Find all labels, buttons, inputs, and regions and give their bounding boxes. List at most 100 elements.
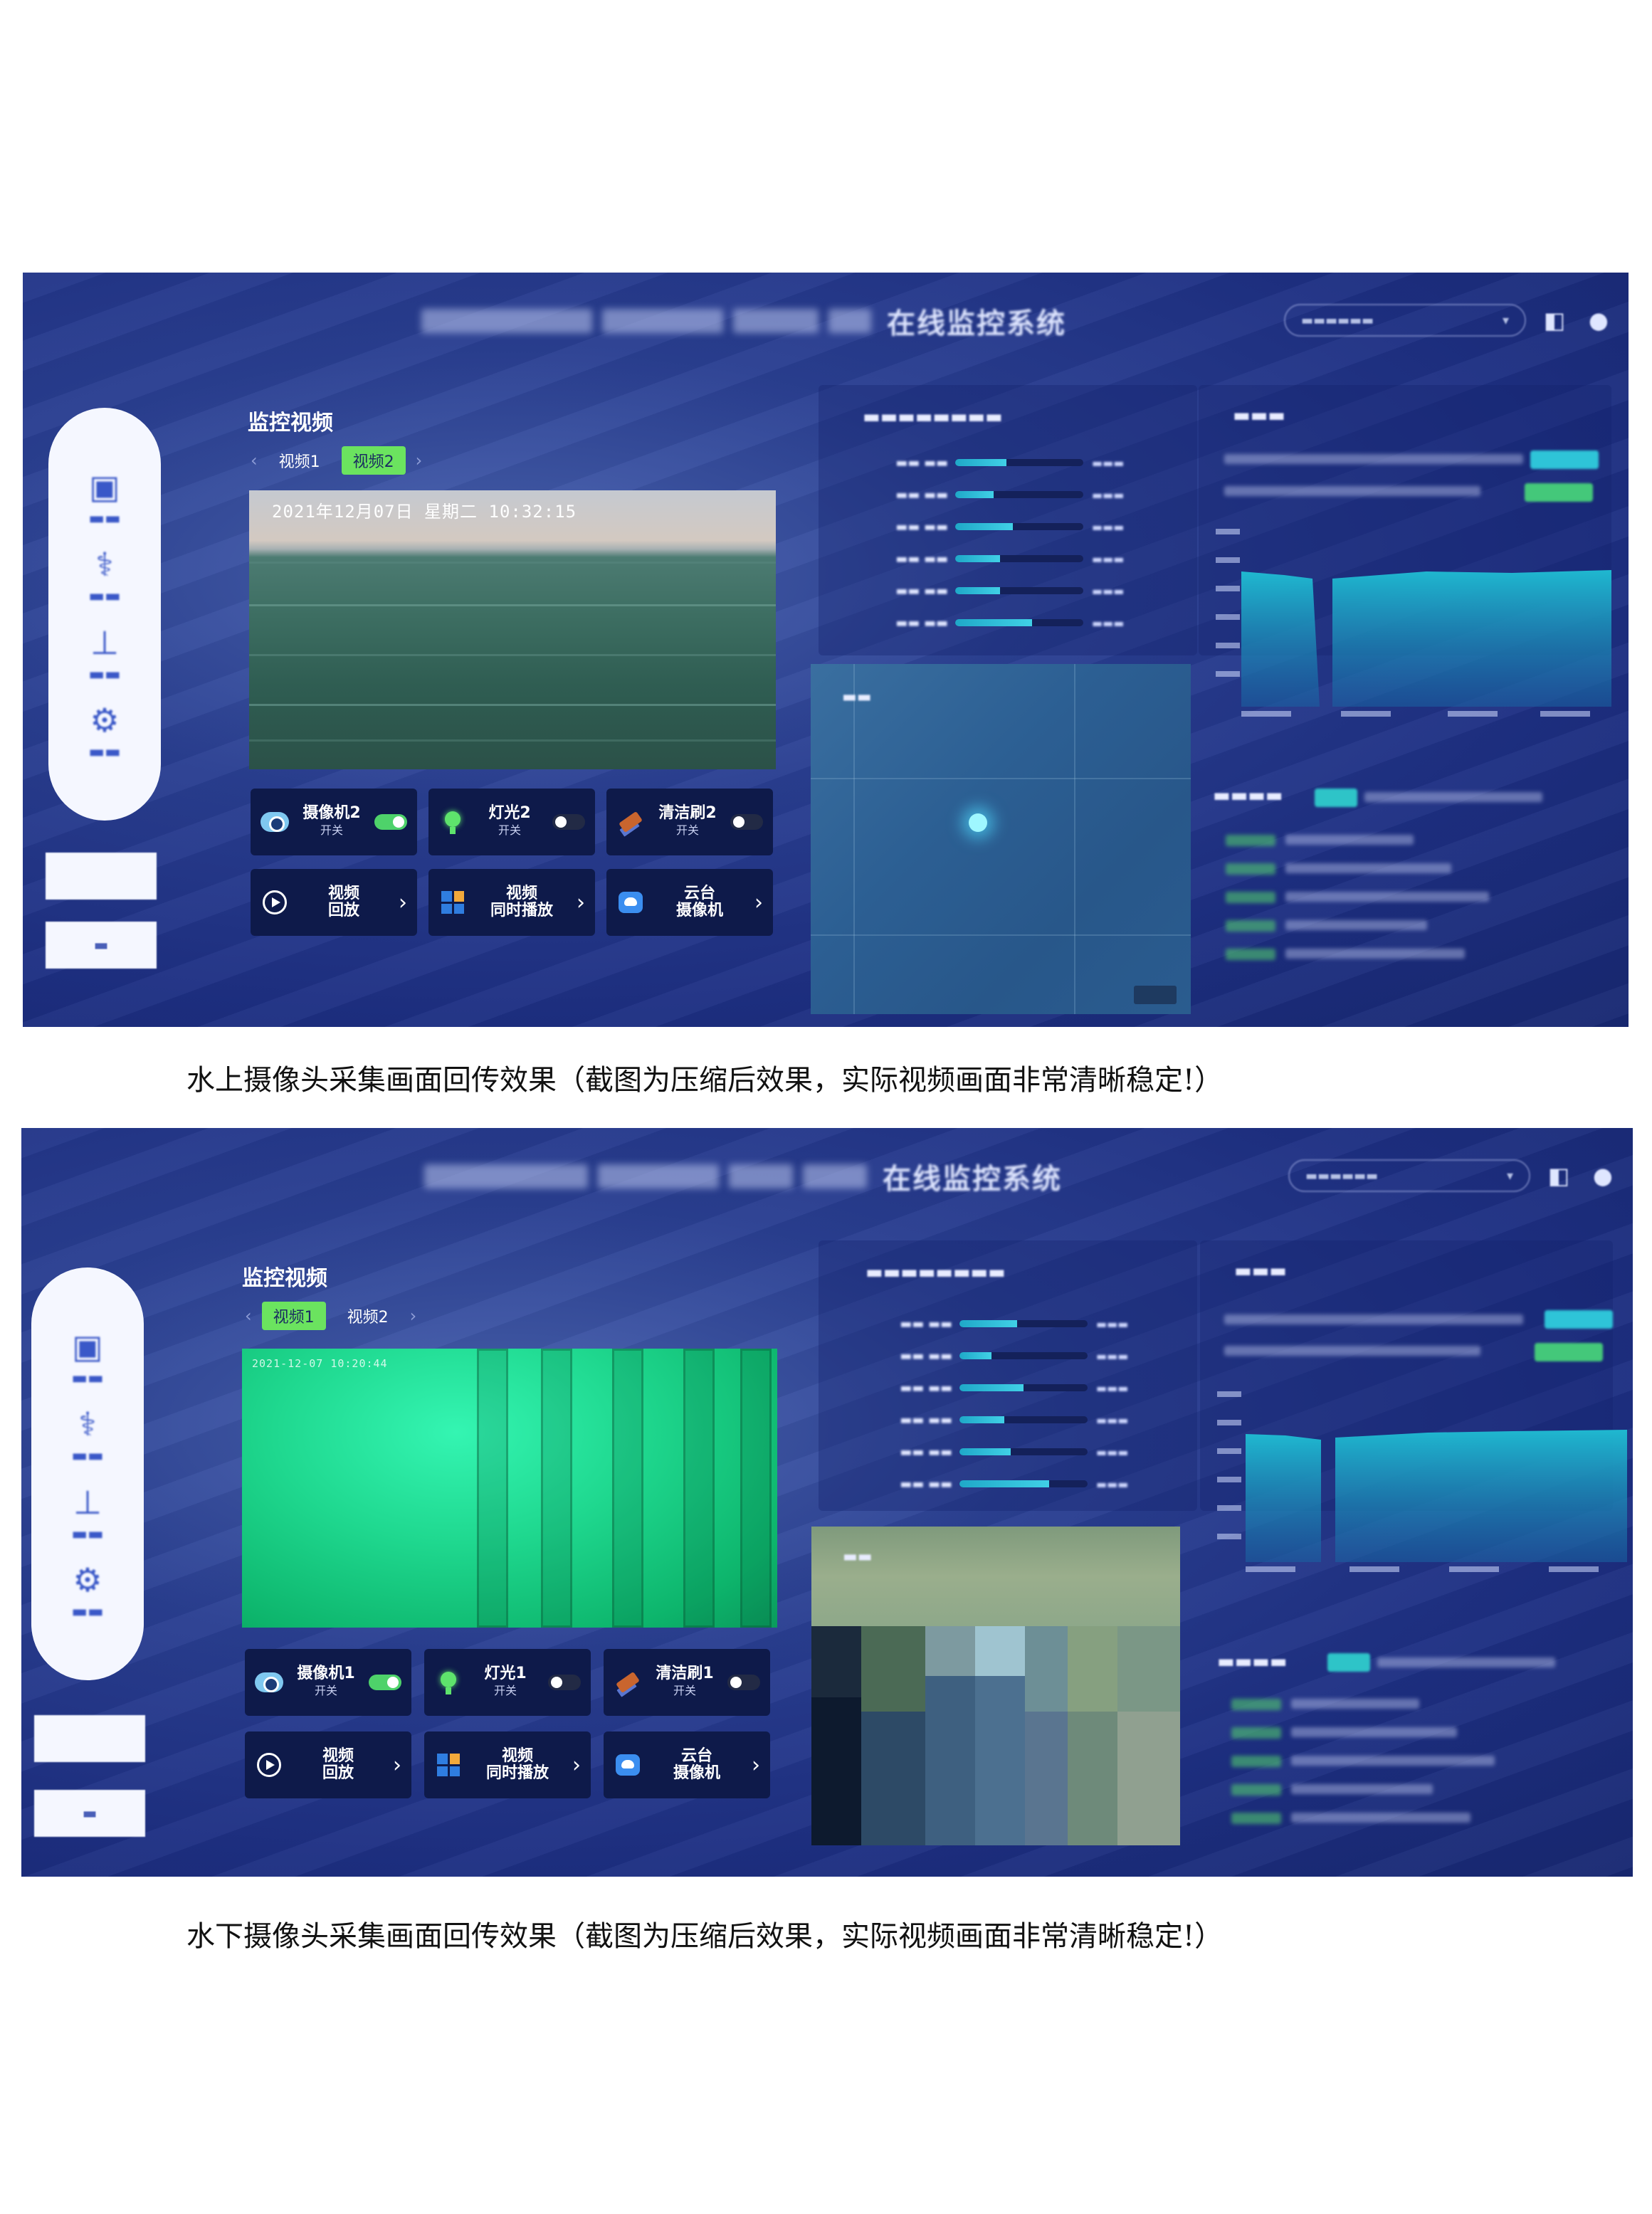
light-control[interactable]: 灯光1 开关 <box>424 1649 591 1716</box>
sensor-level-bar <box>959 1416 1088 1423</box>
video-feed-underwater[interactable]: 2021-12-07 10:20:44 <box>242 1349 777 1628</box>
status-label-blurred <box>1231 1727 1281 1739</box>
user-avatar-icon[interactable]: ● <box>1583 305 1614 336</box>
map-view[interactable]: ▬▬ <box>811 664 1191 1014</box>
date-range-blurred[interactable] <box>1224 1314 1523 1324</box>
tab-video-2[interactable]: 视频2 <box>336 1302 400 1330</box>
multi-play-button[interactable]: 视频 同时播放 › <box>424 1731 591 1798</box>
status-badge <box>1315 789 1357 807</box>
replay-icon <box>261 888 289 917</box>
status-label-blurred <box>1226 920 1275 932</box>
tab-video-1[interactable]: 视频1 <box>261 1302 326 1330</box>
sensor-label-blurred: ▬▬ ▬▬ <box>900 1412 952 1428</box>
nav-item-device[interactable]: ⊥ ▬▬ <box>71 1482 103 1544</box>
light-control[interactable]: 灯光2 开关 <box>428 789 595 855</box>
light-toggle[interactable] <box>552 814 585 830</box>
sensor-label-blurred: ▬▬ ▬▬ <box>900 1316 952 1332</box>
cloud-icon <box>616 888 645 917</box>
camera-toggle[interactable] <box>369 1675 401 1690</box>
chevron-left-icon[interactable]: ‹ <box>251 450 258 470</box>
sensor-label-blurred: ▬▬ ▬▬ <box>895 615 948 631</box>
video-tabs: ‹ 视频1 视频2 › <box>251 446 422 475</box>
nav-label-blurred: ▬▬ <box>71 1445 104 1466</box>
header-actions: ▬▬▬▬▬▬ ▾ ◧ ● <box>1284 304 1614 337</box>
brush-control[interactable]: 清洁刷1 开关 <box>604 1649 770 1716</box>
ptz-camera-button[interactable]: 云台 摄像机 › <box>604 1731 770 1798</box>
tab-video-1[interactable]: 视频1 <box>268 446 332 475</box>
video-playback-button[interactable]: 视频 回放 › <box>251 869 417 936</box>
brush-icon <box>614 1668 642 1697</box>
nav-item-data[interactable]: ⚕ ▬▬ <box>88 544 120 606</box>
filter-buttons-blurred[interactable] <box>1224 486 1480 496</box>
site-select[interactable]: ▬▬▬▬▬▬ ▾ <box>1284 304 1526 337</box>
control-name: 灯光2 <box>488 804 531 822</box>
video-playback-button[interactable]: 视频 回放 › <box>245 1731 411 1798</box>
tab-video-2[interactable]: 视频2 <box>341 446 406 475</box>
device-status-title-blurred: ▬▬▬▬ <box>1217 1651 1288 1672</box>
sensor-panel-title-blurred: ▬▬▬▬▬▬▬▬ <box>863 406 1003 428</box>
sensor-level-fill <box>959 1320 1017 1327</box>
filter-buttons-blurred[interactable] <box>1224 1346 1480 1356</box>
site-select[interactable]: ▬▬▬▬▬▬ ▾ <box>1288 1159 1530 1192</box>
map-zoom-control[interactable] <box>1134 986 1177 1004</box>
header: 在线监控系统 <box>424 1156 1062 1196</box>
sensor-row: ▬▬ ▬▬ ▬▬▬ <box>853 1376 1145 1400</box>
satellite-map-view[interactable]: ▬▬ <box>811 1527 1180 1845</box>
dashboard-screenshot-above-water: 在线监控系统 ▬▬▬▬▬▬ ▾ ◧ ● ▣ ▬▬ ⚕ ▬▬ ⊥ ▬▬ ⚙ ▬▬ ▬ 监控视… <box>23 273 1629 1027</box>
logout-button[interactable]: ▬ <box>46 922 157 969</box>
sensor-row: ▬▬ ▬▬ ▬▬▬ <box>853 1440 1145 1464</box>
control-name: 清洁刷2 <box>658 804 717 822</box>
status-label-blurred <box>1226 892 1275 903</box>
nav-item-video[interactable]: ▣ ▬▬ <box>88 467 120 528</box>
user-avatar-icon[interactable]: ● <box>1587 1160 1619 1191</box>
brush-toggle[interactable] <box>727 1675 760 1690</box>
query-button[interactable] <box>1530 450 1599 469</box>
sensor-row: ▬▬ ▬▬ ▬▬▬ <box>848 515 1140 539</box>
brush-control[interactable]: 清洁刷2 开关 <box>606 789 773 855</box>
query-button[interactable] <box>1545 1310 1613 1329</box>
multi-play-button[interactable]: 视频 同时播放 › <box>428 869 595 936</box>
control-name: 摄像机1 <box>297 1665 355 1682</box>
sensor-label-blurred: ▬▬ ▬▬ <box>895 551 948 566</box>
light-toggle[interactable] <box>548 1675 581 1690</box>
video-feed-above-water[interactable]: 2021年12月07日 星期二 10:32:15 <box>249 490 776 769</box>
history-title-blurred: ▬▬▬ <box>1233 405 1285 426</box>
sensor-label-blurred: ▬▬ ▬▬ <box>900 1348 952 1364</box>
camera-control[interactable]: 摄像机1 开关 <box>245 1649 411 1716</box>
camera-control[interactable]: 摄像机2 开关 <box>251 789 417 855</box>
header-actions: ▬▬▬▬▬▬ ▾ ◧ ● <box>1288 1159 1619 1192</box>
sensor-level-fill <box>959 1384 1024 1391</box>
chevron-left-icon[interactable]: ‹ <box>245 1306 252 1326</box>
nav-item-device[interactable]: ⊥ ▬▬ <box>88 623 120 684</box>
settings-icon[interactable]: ◧ <box>1543 1160 1574 1191</box>
blank-button[interactable] <box>34 1715 145 1762</box>
export-button[interactable] <box>1525 483 1593 502</box>
sensor-value-blurred: ▬▬▬ <box>1092 616 1125 630</box>
camera-toggle[interactable] <box>374 814 407 830</box>
action-line1: 云台 <box>680 1747 712 1765</box>
status-label-blurred <box>1226 949 1275 960</box>
location-marker[interactable] <box>969 813 987 832</box>
logout-button[interactable]: ▬ <box>34 1790 145 1837</box>
brush-toggle[interactable] <box>730 814 763 830</box>
panel-title: 监控视频 <box>242 1266 327 1291</box>
nav-item-video[interactable]: ▣ ▬▬ <box>71 1327 103 1388</box>
panel-title: 监控视频 <box>248 411 333 436</box>
chart-area-series-a <box>1241 571 1320 707</box>
ptz-camera-button[interactable]: 云台 摄像机 › <box>606 869 773 936</box>
sensor-value-blurred: ▬▬▬ <box>1096 1317 1129 1331</box>
nav-item-history[interactable]: ⚙ ▬▬ <box>71 1560 103 1621</box>
export-button[interactable] <box>1535 1343 1603 1361</box>
status-label-blurred <box>1231 1813 1281 1824</box>
nav-item-history[interactable]: ⚙ ▬▬ <box>88 700 120 761</box>
chevron-right-icon[interactable]: › <box>410 1306 417 1326</box>
date-range-blurred[interactable] <box>1224 454 1523 464</box>
video-tabs: ‹ 视频1 视频2 › <box>245 1302 416 1330</box>
sensor-label-blurred: ▬▬ ▬▬ <box>900 1476 952 1492</box>
y-axis-labels-blurred <box>1217 1391 1241 1539</box>
nav-item-data[interactable]: ⚕ ▬▬ <box>71 1404 103 1465</box>
settings-icon[interactable]: ◧ <box>1539 305 1570 336</box>
chevron-right-icon[interactable]: › <box>416 450 423 470</box>
blank-button[interactable] <box>46 853 157 900</box>
status-value-blurred <box>1285 835 1414 845</box>
